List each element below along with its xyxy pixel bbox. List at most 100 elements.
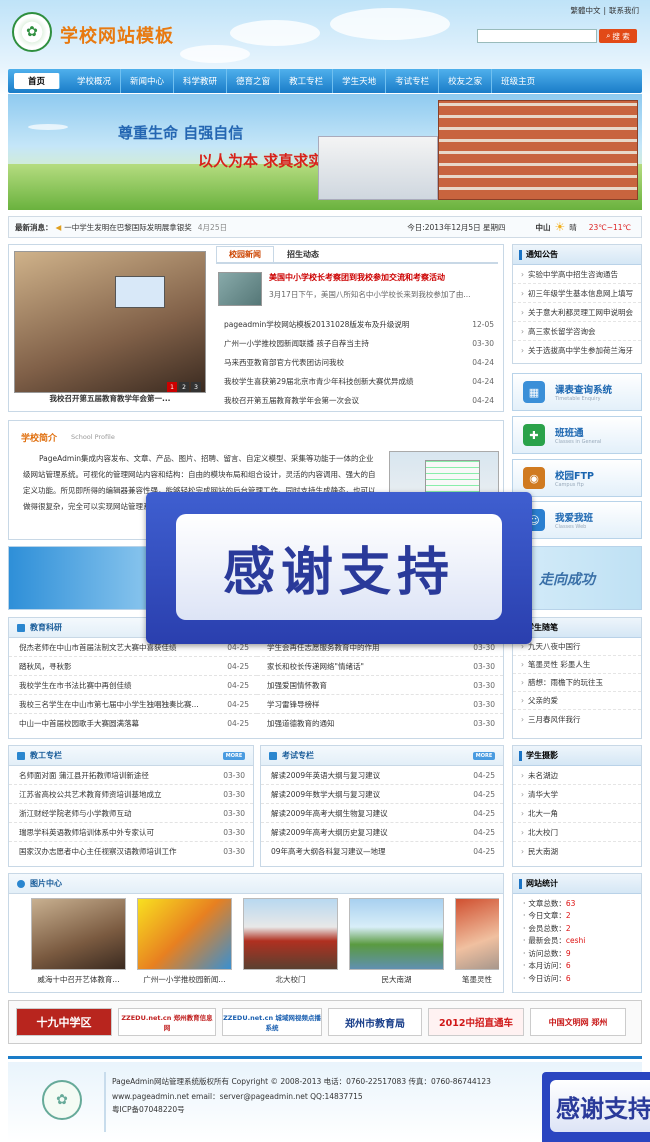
sun-icon: ☀ (554, 220, 566, 234)
essay-item[interactable]: 笔墨灵性 彩墨人生 (513, 656, 641, 674)
more-button[interactable]: MORE (223, 752, 245, 760)
list-item[interactable]: 加强道德教育的通知 03-30 (257, 714, 503, 733)
slideshow-image[interactable]: 1 2 3 (14, 251, 206, 393)
more-button[interactable]: MORE (473, 752, 495, 760)
stat-row: 会员总数：2 (513, 922, 641, 935)
ticker-label: 最新消息： (15, 222, 53, 232)
headline-title[interactable]: 美国中小学校长考察团到我校参加交流和考察活动 (269, 272, 499, 283)
partner-link[interactable]: ZZEDU.net.cn 郑州教育信息网 (118, 1008, 216, 1036)
partner-link[interactable]: 中国文明网 郑州 (530, 1008, 626, 1036)
thanks-overlay-small-inner: 感谢支持 (550, 1080, 650, 1132)
nav-item-exams[interactable]: 考试专栏 (386, 69, 440, 93)
gallery-item[interactable]: 广州一小学推校园新闻... (137, 898, 232, 985)
gallery-item[interactable]: 北大校门 (243, 898, 338, 985)
list-item[interactable]: 踏秋风，寻秋影 04-25 (9, 657, 257, 676)
news-ticker: 最新消息： ◀ 一中学生发明在巴黎国际发明展拿银奖 4月25日 今日:2013年… (8, 216, 642, 238)
photo-item[interactable]: 北大一角 (513, 804, 641, 823)
nav-item-news[interactable]: 新闻中心 (121, 69, 175, 93)
list-item[interactable]: 名师面对面 蒲江县开拓教师培训新途径 03-30 (9, 766, 253, 785)
list-item[interactable]: 解读2009年高考大纲历史复习建议 04-25 (261, 823, 503, 842)
nav-item-about[interactable]: 学校概况 (68, 69, 122, 93)
notice-item[interactable]: 初三年级学生基本信息网上填写 (513, 284, 641, 303)
slide-page-3[interactable]: 3 (191, 382, 201, 392)
notice-item[interactable]: 关于意大利都灵理工网申说明会 (513, 303, 641, 322)
contact-link[interactable]: 联系我们 (609, 6, 639, 15)
notice-item[interactable]: 高三家长留学咨询会 (513, 322, 641, 341)
nav-item-moral[interactable]: 德育之窗 (227, 69, 281, 93)
site-title[interactable]: 学校网站模板 (60, 22, 174, 48)
photo-item[interactable]: 北大校门 (513, 823, 641, 842)
notice-item[interactable]: 关于选拔高中学生参加荷兰海牙 (513, 341, 641, 360)
list-item[interactable]: 解读2009年英语大纲与复习建议 04-25 (261, 766, 503, 785)
photo-item[interactable]: 清华大学 (513, 785, 641, 804)
list-item[interactable]: 加强爱国情怀教育 03-30 (257, 676, 503, 695)
partner-link[interactable]: ZZEDU.net.cn 城域网视频点播系统 (222, 1008, 322, 1036)
stats-panel: 网站统计 文章总数：63 今日文章：2 会员总数：2 最新会员：ceshi 访问… (512, 873, 642, 993)
lang-switch-link[interactable]: 繁體中文 (570, 6, 600, 15)
list-item[interactable]: 广州一小学推校园新闻联播 孩子自荐当主持 03-30 (214, 334, 502, 353)
gallery-item[interactable]: 笔墨灵性 (455, 898, 499, 985)
headline-thumbnail[interactable] (218, 272, 262, 306)
gallery-item[interactable]: 威海十中召开艺体教育... (31, 898, 126, 985)
photo-item[interactable]: 民大南湖 (513, 842, 641, 861)
school-logo-icon[interactable]: ✿ (12, 12, 52, 52)
essay-item[interactable]: 父亲的爱 (513, 692, 641, 710)
campus-news-list: pageadmin学校网站模板20131028版发布及升级说明 12-05 广州一… (214, 315, 502, 410)
slide-page-2[interactable]: 2 (179, 382, 189, 392)
nav-item-alumni[interactable]: 校友之家 (439, 69, 493, 93)
tab-admissions[interactable]: 招生动态 (274, 246, 332, 262)
nav-item-research[interactable]: 科学教研 (174, 69, 228, 93)
slideshow-caption[interactable]: 我校召开第五届教育教学年会第一... (14, 393, 206, 404)
list-item[interactable]: 马来西亚教育部官方代表团访问我校 04-24 (214, 353, 502, 372)
campus-ftp-link[interactable]: ◉ 校园FTP Campus ftp (512, 459, 642, 497)
red-building-image (438, 100, 638, 200)
list-item[interactable]: 我校学生在市书法比赛中再创佳绩 04-25 (9, 676, 257, 695)
list-item[interactable]: 学习雷锋导榜样 03-30 (257, 695, 503, 714)
partner-link[interactable]: 郑州市教育局 (328, 1008, 422, 1036)
list-item[interactable]: 江苏省高校公共艺术教育师资培训基地成立 03-30 (9, 785, 253, 804)
gallery-item[interactable]: 民大南湖 (349, 898, 444, 985)
list-item[interactable]: 09年高考大纲各科复习建议—地理 04-25 (261, 842, 503, 861)
list-item[interactable]: 解读2009年数学大纲与复习建议 04-25 (261, 785, 503, 804)
essay-item[interactable]: 腊想：雨檐下的玩往玉 (513, 674, 641, 692)
list-item[interactable]: 瑞思学科英语教师培训体系中外专家认可 03-30 (9, 823, 253, 842)
nav-item-classes[interactable]: 班级主页 (492, 69, 544, 93)
footer-divider (8, 1056, 642, 1059)
speaker-icon: ◀ (55, 222, 62, 232)
list-item[interactable]: 我校召开第五届教育教学年会第一次会议 04-24 (214, 391, 502, 410)
list-item[interactable]: 家长和校长传递网络"情绪话" 03-30 (257, 657, 503, 676)
nav-item-students[interactable]: 学生天地 (333, 69, 387, 93)
notice-item[interactable]: 实验中学高中招生咨询通告 (513, 265, 641, 284)
list-item[interactable]: 中山一中首届校园歌手大赛圆满落幕 04-25 (9, 714, 257, 733)
essays-title: 学生随笔 (513, 618, 641, 638)
stats-title: 网站统计 (513, 874, 641, 894)
footer-icp[interactable]: 粤ICP备07048220号 (112, 1104, 185, 1115)
list-item[interactable]: 国家汉办志愿者中心主任视察汉语教师培训工作 03-30 (9, 842, 253, 861)
list-item[interactable]: 解读2009年高考大纲生物复习建议 04-25 (261, 804, 503, 823)
list-item[interactable]: 我校三名学生在中山市第七届中小学生独唱独奏比赛... 04-25 (9, 695, 257, 714)
search-button[interactable]: ⌕ 搜 索 (599, 29, 637, 43)
timetable-link[interactable]: ▦ 课表查询系统 Timetable Enquiry (512, 373, 642, 411)
nav-item-teachers[interactable]: 教工专栏 (280, 69, 334, 93)
dandelion-icon (28, 124, 68, 130)
puzzle-icon: ✚ (523, 424, 545, 446)
cloud-decoration (230, 20, 320, 46)
thanks-overlay[interactable]: 感谢支持 (146, 492, 532, 644)
thanks-overlay-small[interactable]: 感谢支持 (542, 1072, 650, 1142)
photo-item[interactable]: 未名湖边 (513, 766, 641, 785)
essay-item[interactable]: 三月春风伴我行 (513, 710, 641, 728)
partner-link[interactable]: 2012中招直通车 (428, 1008, 524, 1036)
list-item[interactable]: 浙江财经学院老师与小学教师互动 03-30 (9, 804, 253, 823)
ticker-text[interactable]: 一中学生发明在巴黎国际发明展拿银奖 (64, 222, 192, 233)
classes-general-link[interactable]: ✚ 班班通 Classes in General (512, 416, 642, 454)
partner-link[interactable]: 十九中学区 (16, 1008, 112, 1036)
search-input[interactable] (477, 29, 597, 43)
list-item[interactable]: pageadmin学校网站模板20131028版发布及升级说明 12-05 (214, 315, 502, 334)
nav-item-home[interactable]: 首页 (14, 73, 61, 89)
photography-title: 学生摄影 (513, 746, 641, 766)
list-item[interactable]: 我校学生喜获第29届北京市青少年科技创新大赛优异成绩 04-24 (214, 372, 502, 391)
essay-item[interactable]: 九天八夜中国行 (513, 638, 641, 656)
slide-page-1[interactable]: 1 (167, 382, 177, 392)
cloud-decoration (330, 8, 450, 40)
tab-campus-news[interactable]: 校园新闻 (216, 246, 274, 262)
